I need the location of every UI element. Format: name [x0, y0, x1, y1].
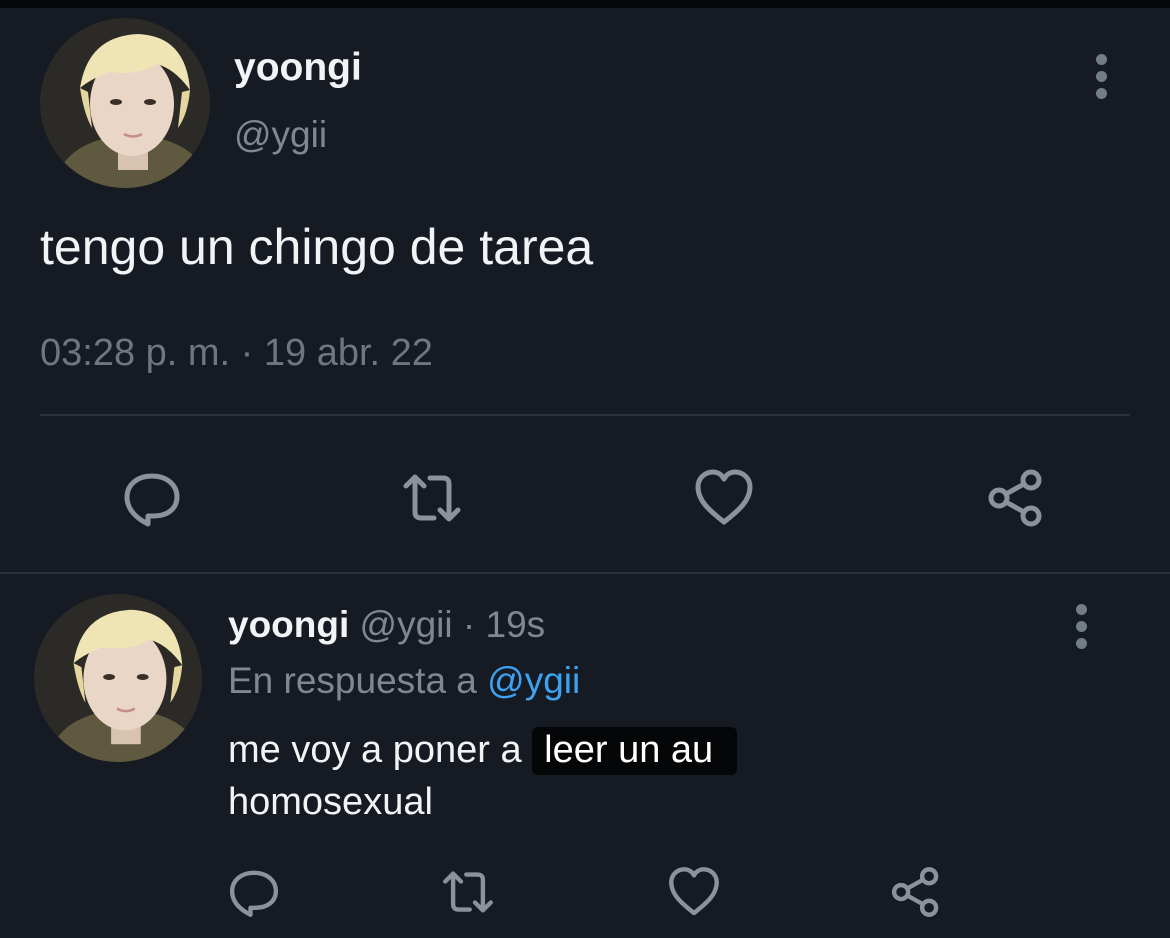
top-bar: [0, 0, 1170, 8]
reply-tweet[interactable]: yoongi @ygii · 19s En respuesta a @ygii …: [0, 574, 1170, 938]
tweet-text: tengo un chingo de tarea: [40, 219, 594, 275]
share-icon[interactable]: [984, 466, 1048, 530]
reply-icon[interactable]: [226, 864, 282, 920]
reply-header: yoongi @ygii · 19s: [228, 604, 545, 646]
display-name[interactable]: yoongi: [234, 46, 362, 90]
tweet-timestamp[interactable]: 03:28 p. m. · 19 abr. 22: [40, 332, 433, 375]
main-tweet[interactable]: yoongi @ygii tengo un chingo de tarea 03…: [0, 8, 1170, 572]
mention-link[interactable]: @ygii: [487, 660, 580, 701]
more-vertical-icon[interactable]: [1090, 52, 1114, 102]
display-name[interactable]: yoongi: [228, 604, 349, 645]
share-icon[interactable]: [888, 864, 944, 920]
tweet-text-start: me voy a poner a: [228, 729, 533, 771]
heart-icon[interactable]: [666, 864, 722, 920]
avatar[interactable]: [40, 18, 210, 188]
reply-icon[interactable]: [120, 466, 184, 530]
retweet-icon[interactable]: [400, 466, 464, 530]
reply-prefix: En respuesta a: [228, 660, 488, 701]
tweet-text: me voy a poner a leer un au homosexual: [228, 724, 928, 828]
more-vertical-icon[interactable]: [1070, 602, 1094, 652]
highlighted-text: leer un au: [532, 727, 738, 775]
divider: [40, 414, 1130, 416]
tweet-text-end: homosexual: [228, 781, 433, 823]
replying-to: En respuesta a @ygii: [228, 660, 580, 702]
retweet-icon[interactable]: [440, 864, 496, 920]
heart-icon[interactable]: [692, 466, 756, 530]
handle-and-time: @ygii · 19s: [349, 604, 546, 645]
username-handle[interactable]: @ygii: [234, 114, 327, 156]
avatar[interactable]: [34, 594, 202, 762]
